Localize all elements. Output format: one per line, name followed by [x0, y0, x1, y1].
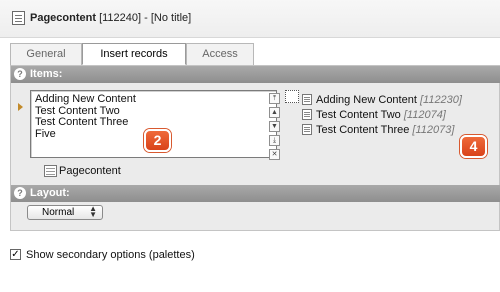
remove-icon[interactable]: ✕ [269, 149, 280, 160]
items-heading: Items: [30, 68, 63, 80]
move-top-icon[interactable]: ⤒ [269, 93, 280, 104]
move-up-icon[interactable]: ▲ [269, 107, 280, 118]
secondary-options-checkbox[interactable]: ✓ [10, 249, 21, 260]
move-bottom-icon[interactable]: ⤓ [269, 135, 280, 146]
callout-badge: 4 [460, 135, 487, 158]
tab-access[interactable]: Access [186, 43, 254, 65]
record-icon [302, 94, 312, 105]
layout-heading: Layout: [30, 187, 70, 199]
layout-select[interactable]: Normal ▲ ▼ [27, 205, 103, 220]
table-icon [44, 165, 57, 177]
record-link[interactable]: Test Content Two [112074] [316, 109, 446, 121]
record-icon [302, 124, 312, 135]
tab-general[interactable]: General [10, 43, 82, 65]
callout-badge: 2 [144, 129, 171, 152]
tab-panel: ? Items: Adding New Content Test Content… [10, 65, 500, 231]
layout-section-header: ? Layout: [11, 185, 500, 202]
record-header: Pagecontent [112240] - [No title] [0, 0, 500, 38]
select-caret-icon: ▲ ▼ [89, 204, 97, 219]
move-down-icon[interactable]: ▼ [269, 121, 280, 132]
field-marker-arrow-icon [18, 103, 23, 111]
tab-insert-records[interactable]: Insert records [82, 43, 186, 65]
record-link[interactable]: Adding New Content [112230] [316, 94, 462, 106]
secondary-options-label: Show secondary options (palettes) [26, 249, 195, 261]
help-icon[interactable]: ? [14, 68, 26, 80]
record-title: Pagecontent [112240] - [No title] [30, 12, 192, 24]
page-icon [12, 11, 25, 25]
list-item[interactable]: Adding New Content [35, 93, 272, 106]
table-label: Pagecontent [59, 165, 121, 177]
help-icon[interactable]: ? [14, 187, 26, 199]
items-section-header: ? Items: [11, 66, 500, 83]
record-icon [302, 109, 312, 120]
record-link[interactable]: Test Content Three [112073] [316, 124, 454, 136]
browse-records-icon[interactable] [285, 90, 299, 103]
list-item[interactable]: Test Content Three [35, 116, 272, 129]
